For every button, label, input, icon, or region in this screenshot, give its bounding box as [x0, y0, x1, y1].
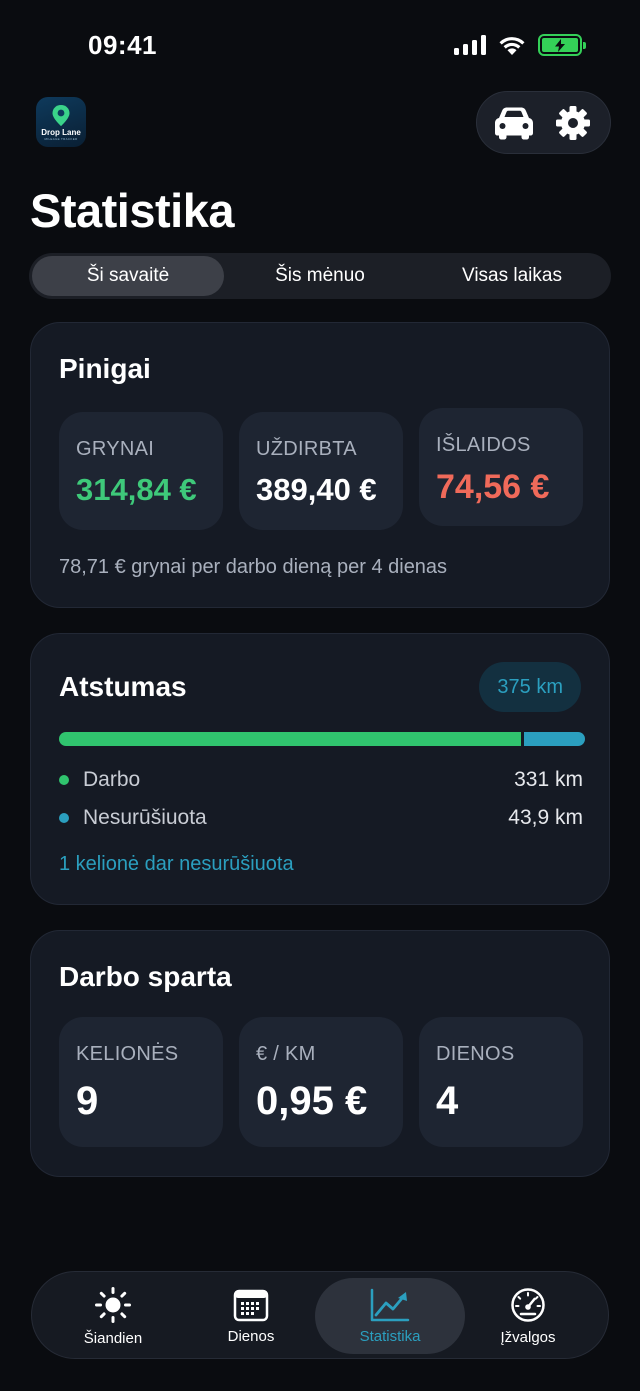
expenses-label: IŠLAIDOS	[436, 434, 531, 456]
vehicle-button[interactable]	[489, 98, 539, 148]
gauge-icon	[511, 1287, 545, 1322]
legend-row-unsorted: Nesurūšiuota 43,9 km	[59, 806, 583, 830]
money-card-title: Pinigai	[59, 353, 151, 384]
legend-label-unsorted: Nesurūšiuota	[83, 806, 207, 829]
cash-label: GRYNAI	[76, 438, 155, 460]
trips-value: 9	[76, 1079, 99, 1123]
tab-days[interactable]: Dienos	[176, 1278, 326, 1354]
unsorted-dot-icon	[59, 813, 69, 823]
sun-icon	[95, 1286, 131, 1323]
pace-card-title: Darbo sparta	[59, 961, 232, 992]
per-km-value: 0,95 €	[256, 1079, 368, 1123]
cellular-signal-icon	[454, 35, 486, 55]
legend-value-unsorted: 43,9 km	[508, 806, 583, 829]
settings-button[interactable]	[548, 98, 598, 148]
tab-insights[interactable]: Įžvalgos	[453, 1278, 603, 1354]
per-km-label: € / KM	[256, 1043, 316, 1065]
gear-icon	[555, 105, 590, 140]
unsorted-distance-segment	[523, 732, 585, 746]
trips-tile: KELIONĖS 9	[59, 1017, 223, 1147]
work-pace-card: Darbo sparta KELIONĖS 9 € / KM 0,95 € DI…	[30, 930, 610, 1177]
earned-tile: UŽDIRBTA 389,40 €	[239, 412, 403, 530]
status-icons	[454, 34, 586, 56]
legend-value-work: 331 km	[514, 768, 583, 791]
days-label: DIENOS	[436, 1043, 515, 1065]
header-actions	[476, 91, 611, 154]
wifi-icon	[499, 37, 525, 55]
money-footnote: 78,71 € grynai per darbo dieną per 4 die…	[59, 556, 448, 578]
status-time: 09:41	[88, 30, 157, 60]
tab-statistics-label: Statistika	[359, 1327, 421, 1345]
cash-tile: GRYNAI 314,84 €	[59, 412, 223, 530]
car-icon	[495, 107, 534, 139]
calendar-icon	[233, 1289, 269, 1321]
segment-all-time[interactable]: Visas laikas	[416, 256, 608, 296]
tab-today[interactable]: Šiandien	[38, 1278, 188, 1354]
expenses-value: 74,56 €	[436, 468, 550, 506]
segment-this-month[interactable]: Šis mėnuo	[224, 256, 416, 296]
expenses-tile: IŠLAIDOS 74,56 €	[419, 408, 583, 526]
tab-days-label: Dienos	[227, 1327, 275, 1345]
trips-label: KELIONĖS	[76, 1043, 179, 1065]
work-distance-segment	[59, 732, 521, 746]
tab-insights-label: Įžvalgos	[500, 1328, 556, 1346]
earned-value: 389,40 €	[256, 472, 377, 507]
chart-icon	[370, 1288, 410, 1321]
app-logo: Drop Lane MILEAGE TRACKER	[36, 97, 86, 147]
tab-today-label: Šiandien	[83, 1329, 143, 1347]
segment-this-week[interactable]: Ši savaitė	[32, 256, 224, 296]
work-dot-icon	[59, 775, 69, 785]
bottom-tab-bar: Šiandien Dienos Statistika Įžvalgos	[31, 1271, 609, 1359]
page-title: Statistika	[30, 184, 234, 237]
earned-label: UŽDIRBTA	[256, 438, 357, 460]
money-card: Pinigai GRYNAI 314,84 € UŽDIRBTA 389,40 …	[30, 322, 610, 608]
distance-total-badge: 375 km	[479, 662, 581, 712]
logo-subtext: MILEAGE TRACKER	[44, 136, 78, 141]
distance-card-title: Atstumas	[59, 671, 187, 702]
status-bar: 09:41	[0, 0, 640, 92]
map-pin-icon	[52, 104, 70, 126]
distance-card: Atstumas 375 km Darbo 331 km Nesurūšiuot…	[30, 633, 610, 905]
battery-icon	[538, 34, 586, 56]
logo-text: Drop Lane	[41, 127, 81, 137]
cash-value: 314,84 €	[76, 472, 197, 507]
unsorted-trips-link[interactable]: 1 kelionė dar nesurūšiuota	[59, 853, 294, 876]
legend-row-work: Darbo 331 km	[59, 768, 583, 792]
legend-label-work: Darbo	[83, 768, 141, 791]
per-km-tile: € / KM 0,95 €	[239, 1017, 403, 1147]
days-value: 4	[436, 1079, 459, 1123]
tab-statistics[interactable]: Statistika	[315, 1278, 465, 1354]
period-segmented-control: Ši savaitė Šis mėnuo Visas laikas	[29, 253, 611, 299]
days-tile: DIENOS 4	[419, 1017, 583, 1147]
distance-progress-bar	[59, 732, 585, 746]
